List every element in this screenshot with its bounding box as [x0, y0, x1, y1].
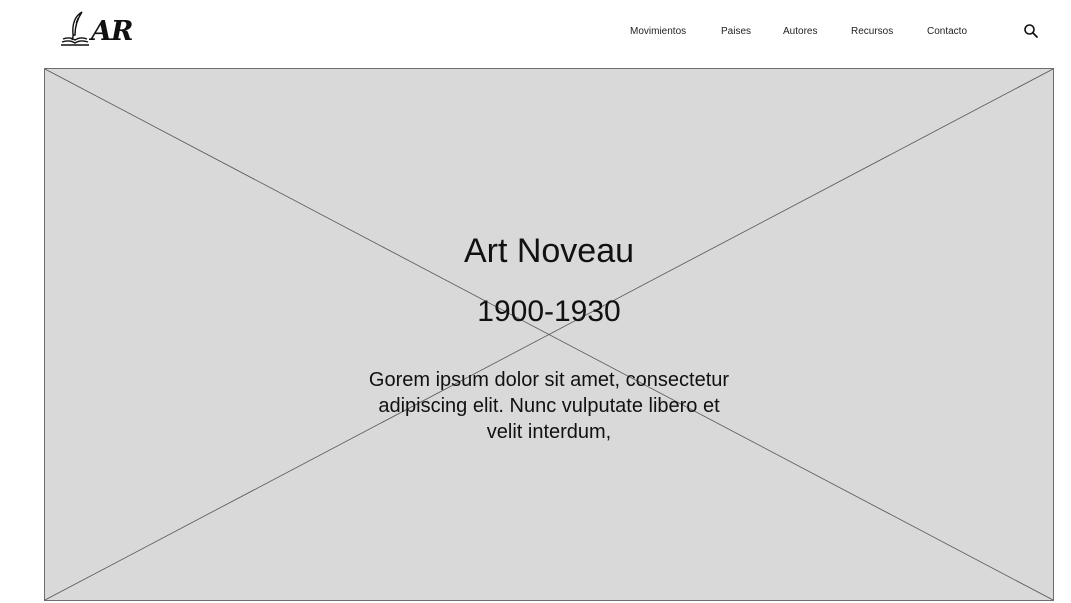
nav-item-contacto[interactable]: Contacto [927, 24, 967, 40]
hero-title: Art Noveau [463, 232, 635, 270]
hero-image-placeholder: Art Noveau 1900-1930 Gorem ipsum dolor s… [44, 68, 1054, 601]
hero-years: 1900-1930 [477, 295, 621, 328]
image-placeholder-cross [45, 69, 1053, 600]
nav-item-autores[interactable]: Autores [783, 24, 817, 40]
main-nav: Movimientos Paises Autores Recursos Cont… [0, 24, 1071, 40]
site-header: AR Movimientos Paises Autores Recursos C… [0, 0, 1071, 68]
search-icon[interactable] [1023, 23, 1039, 39]
nav-item-recursos[interactable]: Recursos [851, 24, 893, 40]
hero-description: Gorem ipsum dolor sit amet, consectetur … [368, 369, 730, 443]
nav-item-paises[interactable]: Paises [721, 24, 751, 40]
nav-item-movimientos[interactable]: Movimientos [630, 24, 686, 40]
